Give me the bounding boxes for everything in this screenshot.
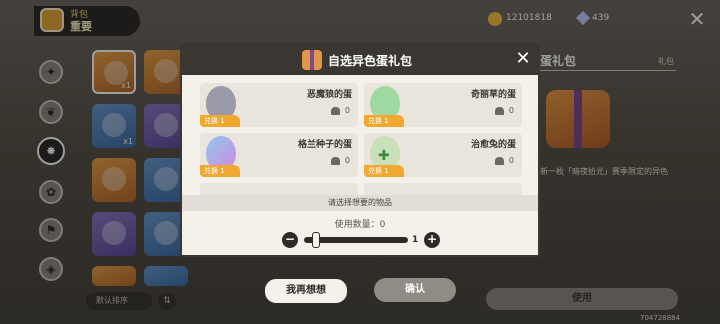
owned-icon [331, 157, 340, 165]
close-icon[interactable]: ✕ [512, 48, 534, 70]
owned-count: 0 [344, 156, 350, 165]
exchange-badge: 兑换 1 [200, 115, 240, 127]
plus-button[interactable]: + [424, 232, 440, 248]
egg-name: 治愈兔的蛋 [470, 140, 516, 150]
owned-icon [495, 157, 504, 165]
dialog-title: 自选异色蛋礼包 [328, 54, 413, 68]
egg-options-grid: 兑换 1 恶魔狼的蛋 0 兑换 1 奇丽草的蛋 0 兑换 1 格兰种子的蛋 0 … [200, 83, 522, 195]
owned-count: 0 [344, 106, 350, 115]
selection-hint: 请选择想要的物品 [182, 195, 538, 211]
egg-option[interactable] [364, 183, 522, 195]
exchange-badge: 兑换 1 [364, 115, 404, 127]
use-count-value: 0 [379, 220, 386, 230]
plus-icon: ✚ [378, 148, 390, 164]
owned-icon [331, 107, 340, 115]
egg-option[interactable] [200, 183, 358, 195]
slider-max: 1 [412, 235, 419, 245]
slider-handle[interactable] [312, 232, 320, 248]
cancel-button[interactable]: 我再想想 [264, 278, 348, 304]
egg-name: 格兰种子的蛋 [297, 140, 352, 150]
exchange-badge: 兑换 1 [200, 165, 240, 177]
egg-option[interactable]: 兑换 1 格兰种子的蛋 0 [200, 133, 358, 177]
exchange-badge: 兑换 1 [364, 165, 404, 177]
owned-count: 0 [508, 156, 514, 165]
confirm-button[interactable]: 确认 [374, 278, 456, 302]
egg-option[interactable]: 兑换 1 奇丽草的蛋 0 [364, 83, 522, 127]
use-count-label: 使用数量： [334, 220, 380, 230]
gift-selection-dialog: 自选异色蛋礼包 ✕ 兑换 1 恶魔狼的蛋 0 兑换 1 奇丽草的蛋 0 兑换 1… [180, 43, 540, 257]
egg-option[interactable]: 兑换 1 恶魔狼的蛋 0 [200, 83, 358, 127]
use-count: 使用数量：0 [182, 217, 538, 230]
owned-count: 0 [508, 106, 514, 115]
minus-button[interactable]: − [282, 232, 298, 248]
egg-name: 奇丽草的蛋 [470, 90, 516, 100]
egg-option[interactable]: ✚ 兑换 1 治愈兔的蛋 0 [364, 133, 522, 177]
owned-icon [495, 107, 504, 115]
egg-name: 恶魔狼的蛋 [306, 90, 352, 100]
gift-icon [302, 50, 322, 70]
